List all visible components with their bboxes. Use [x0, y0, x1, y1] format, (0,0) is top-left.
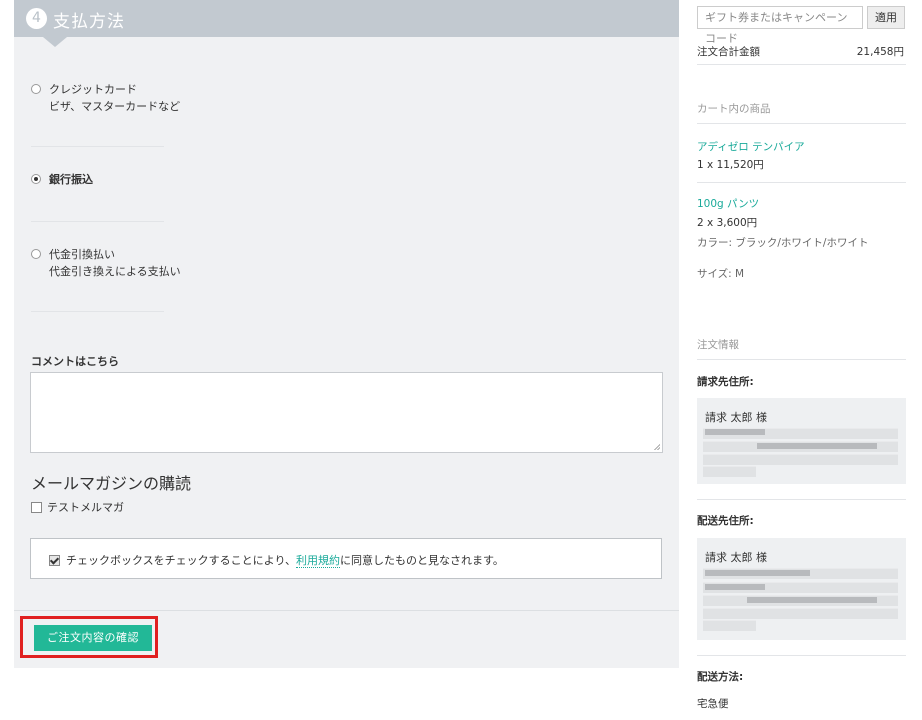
step-number-badge: 4	[26, 8, 47, 29]
payment-panel: 4 支払方法 クレジットカード ビザ、マスターカードなど 銀行振込 代金引換払い…	[14, 0, 679, 668]
billing-heading: 請求先住所:	[697, 376, 754, 388]
divider	[14, 610, 679, 611]
divider	[697, 64, 906, 65]
divider	[697, 655, 906, 656]
redacted-address	[705, 570, 810, 576]
divider	[31, 311, 164, 312]
divider	[697, 182, 906, 183]
order-info-heading: 注文情報	[697, 339, 739, 351]
terms-link[interactable]: 利用規約	[296, 554, 341, 568]
cart-item-name[interactable]: 100g パンツ	[697, 196, 759, 211]
divider	[31, 221, 164, 222]
order-total-value: 21,458円	[856, 46, 904, 58]
mail-magazine-option[interactable]: テストメルマガ	[31, 499, 124, 515]
cart-item-qty-price: 1 x 11,520円	[697, 159, 764, 171]
mail-magazine-heading: メールマガジンの購読	[31, 474, 192, 493]
resize-grip-icon[interactable]	[654, 444, 660, 450]
redacted-address	[703, 620, 756, 631]
cart-item-name[interactable]: アディゼロ テンパイア	[697, 139, 805, 154]
billing-name: 請求 太郎 様	[705, 411, 767, 424]
divider	[697, 359, 906, 360]
payment-option-label: クレジットカード	[49, 83, 137, 96]
radio-bank-transfer[interactable]	[31, 174, 41, 184]
billing-address-box: 請求 太郎 様	[697, 398, 906, 484]
step-title: 支払方法	[53, 12, 125, 32]
step-arrow-icon	[43, 37, 67, 47]
delivery-method: 宅急便	[697, 698, 729, 710]
payment-option-label: 銀行振込	[49, 173, 93, 186]
radio-cod[interactable]	[31, 249, 41, 259]
order-total-label: 注文合計金額	[697, 46, 760, 58]
confirm-order-button[interactable]: ご注文内容の確認	[34, 625, 152, 651]
coupon-apply-button[interactable]: 適用	[867, 6, 905, 29]
terms-box: チェックボックスをチェックすることにより、利用規約に同意したものと見なされます。	[30, 538, 662, 579]
redacted-address	[705, 429, 765, 435]
payment-option-label: 代金引換払い	[49, 248, 115, 261]
payment-option-credit-card[interactable]: クレジットカード ビザ、マスターカードなど	[31, 82, 180, 114]
coupon-input[interactable]: ギフト券またはキャンペーンコード	[697, 6, 863, 45]
mail-magazine-label: テストメルマガ	[47, 501, 124, 514]
divider	[31, 146, 164, 147]
payment-option-sub: 代金引き換えによる支払い	[49, 265, 181, 278]
step-header: 4 支払方法	[14, 0, 679, 37]
shipping-name: 請求 太郎 様	[705, 551, 767, 564]
divider	[697, 123, 906, 124]
payment-option-sub: ビザ、マスターカードなど	[49, 100, 181, 113]
redacted-address	[703, 608, 898, 619]
cart-heading: カート内の商品	[697, 103, 771, 115]
payment-option-cod[interactable]: 代金引換払い 代金引き換えによる支払い	[31, 247, 181, 279]
redacted-address	[705, 584, 765, 590]
terms-checkbox[interactable]	[49, 554, 60, 566]
redacted-address	[703, 466, 756, 477]
redacted-address	[747, 597, 877, 603]
cart-item-qty-price: 2 x 3,600円	[697, 217, 758, 229]
cart-item-size: サイズ: M	[697, 268, 745, 280]
terms-text: チェックボックスをチェックすることにより、利用規約に同意したものと見なされます。	[66, 554, 504, 568]
comment-textarea[interactable]	[30, 372, 663, 453]
cart-item-color: カラー: ブラック/ホワイト/ホワイト	[697, 237, 869, 249]
comment-label: コメントはこちら	[31, 355, 119, 368]
redacted-address	[757, 443, 877, 449]
radio-credit-card[interactable]	[31, 84, 41, 94]
mail-magazine-checkbox[interactable]	[31, 501, 42, 513]
delivery-heading: 配送方法:	[697, 671, 744, 683]
shipping-heading: 配送先住所:	[697, 515, 754, 527]
divider	[697, 499, 906, 500]
payment-option-bank-transfer[interactable]: 銀行振込	[31, 172, 93, 187]
shipping-address-box: 請求 太郎 様	[697, 538, 906, 640]
redacted-address	[703, 454, 898, 465]
